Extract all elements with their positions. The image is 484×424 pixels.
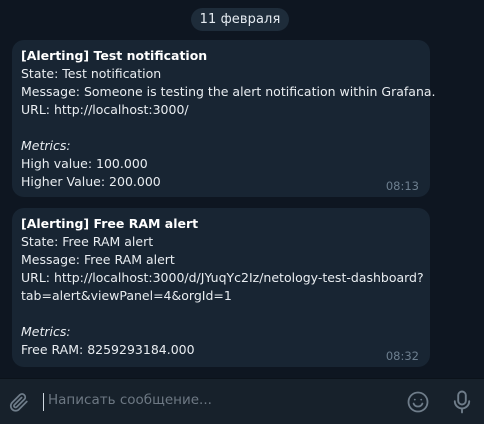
message-state: State: Test notification — [21, 66, 162, 81]
paperclip-icon[interactable] — [8, 391, 30, 413]
text-cursor — [43, 393, 44, 411]
message-composer: Написать сообщение... — [0, 378, 484, 424]
message-bubble[interactable]: [Alerting] Free RAM alert State: Free RA… — [12, 208, 430, 367]
message-text: Message: Free RAM alert — [21, 252, 175, 267]
message-title: [Alerting] Test notification — [21, 48, 208, 63]
message-spacer — [21, 305, 421, 323]
message-time: 08:32 — [385, 349, 419, 363]
metric-value: Free RAM: 8259293184.000 — [21, 342, 195, 357]
microphone-icon[interactable] — [450, 389, 474, 415]
metrics-label: Metrics: — [21, 138, 71, 153]
message-title: [Alerting] Free RAM alert — [21, 216, 199, 231]
message-url: URL: http://localhost:3000/ — [21, 102, 189, 117]
message-bubble[interactable]: [Alerting] Test notification State: Test… — [12, 40, 436, 197]
message-url-continued: tab=alert&viewPanel=4&orgId=1 — [21, 288, 232, 303]
chat-history: 11 февраля [Alerting] Test notification … — [0, 0, 484, 378]
message-time: 08:13 — [385, 179, 419, 193]
message-spacer — [21, 119, 421, 137]
smile-icon[interactable] — [406, 390, 430, 414]
date-separator: 11 февраля — [191, 8, 289, 31]
metrics-label: Metrics: — [21, 324, 71, 339]
message-url: URL: http://localhost:3000/d/JYuqYc2Iz/n… — [21, 270, 424, 285]
metric-value: Higher Value: 200.000 — [21, 174, 161, 189]
metric-value: High value: 100.000 — [21, 156, 148, 171]
message-text: Message: Someone is testing the alert no… — [21, 84, 436, 99]
message-input[interactable]: Написать сообщение... — [48, 392, 212, 408]
message-state: State: Free RAM alert — [21, 234, 154, 249]
